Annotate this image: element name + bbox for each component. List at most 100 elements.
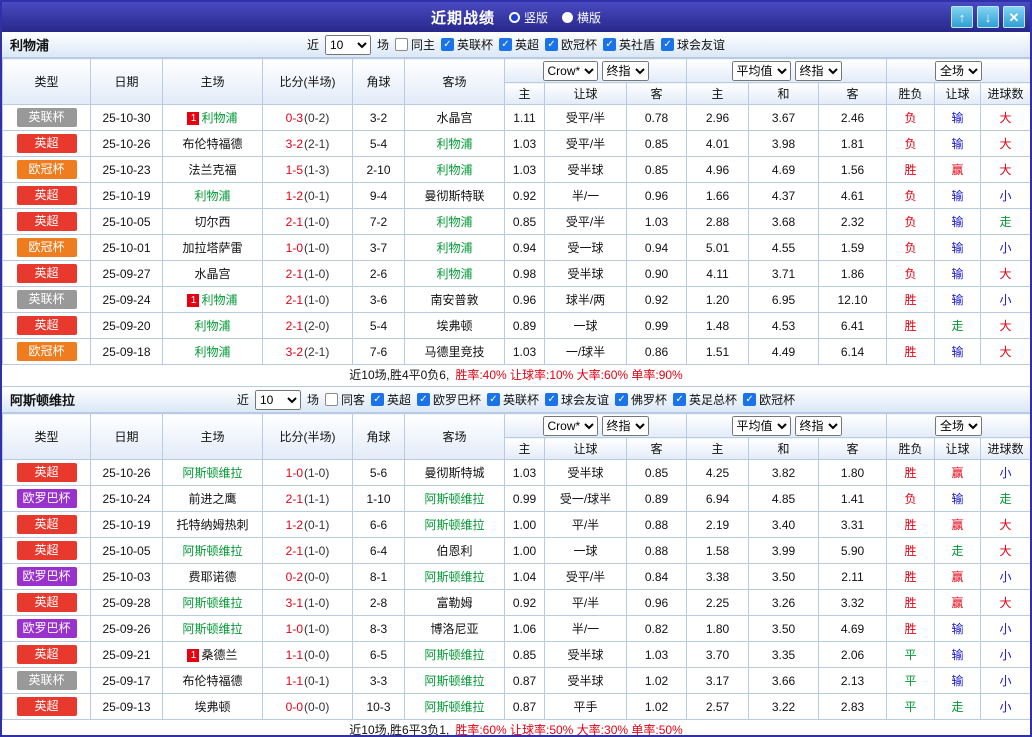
checkbox-icon[interactable]: ✓ xyxy=(440,38,454,51)
away-team[interactable]: 南安普敦 xyxy=(430,293,478,307)
odds-source-select[interactable]: Crow* xyxy=(542,415,598,436)
competition-filter[interactable]: ✓ 英超 xyxy=(370,391,411,408)
column-subheader: 主 xyxy=(686,437,749,460)
view-option-horizontal[interactable]: 横版 xyxy=(562,9,601,26)
competition-filter[interactable]: ✓ 欧冠杯 xyxy=(743,391,795,408)
home-team[interactable]: 水晶宫 xyxy=(194,267,230,281)
away-team[interactable]: 阿斯顿维拉 xyxy=(424,570,484,584)
away-team[interactable]: 阿斯顿维拉 xyxy=(424,648,484,662)
avg-stage-select[interactable]: 终指 xyxy=(794,415,842,436)
team-header-bar: 利物浦近 10 场同主 ✓ 英联杯 ✓ 英超 ✓ 欧冠杯 ✓ 英社盾 ✓ 球会友谊 xyxy=(2,32,1030,58)
home-team[interactable]: 阿斯顿维拉 xyxy=(182,544,242,558)
home-team[interactable]: 桑德兰 xyxy=(201,648,237,662)
checkbox-icon[interactable]: ✓ xyxy=(545,38,559,51)
competition-filter[interactable]: 同客 xyxy=(324,391,365,408)
home-team[interactable]: 利物浦 xyxy=(194,345,230,359)
avg-draw-odds: 3.68 xyxy=(748,208,819,235)
away-team[interactable]: 利物浦 xyxy=(436,163,472,177)
checkbox-icon[interactable]: ✓ xyxy=(370,393,384,406)
away-team[interactable]: 阿斯顿维拉 xyxy=(424,492,484,506)
recent-results-window: 近期战绩 竖版 横版 ↑ ↓ ✕ 利物浦近 10 场同主 ✓ 英联杯 ✓ 英超 ✓ 欧冠杯 ✓ 英社… xyxy=(0,0,1032,737)
away-team[interactable]: 埃弗顿 xyxy=(436,319,472,333)
checkbox-icon[interactable]: ✓ xyxy=(545,393,559,406)
radio-unselected-icon[interactable] xyxy=(562,11,573,23)
home-team[interactable]: 布伦特福德 xyxy=(182,137,242,151)
checkbox-icon[interactable] xyxy=(324,393,338,406)
home-team[interactable]: 阿斯顿维拉 xyxy=(182,596,242,610)
odds-stage-select[interactable]: 终指 xyxy=(601,60,649,81)
radio-selected-icon[interactable] xyxy=(508,11,520,23)
home-team[interactable]: 前进之鹰 xyxy=(188,492,236,506)
match-count-select[interactable]: 10 xyxy=(254,389,301,410)
score-cell: 2-1(1-0) xyxy=(262,537,353,564)
sections-container: 利物浦近 10 场同主 ✓ 英联杯 ✓ 英超 ✓ 欧冠杯 ✓ 英社盾 ✓ 球会友谊 类型 日期 主场 比分(半场… xyxy=(2,32,1030,735)
competition-filter[interactable]: 同主 xyxy=(394,36,435,53)
away-team[interactable]: 曼彻斯特联 xyxy=(424,189,484,203)
home-team[interactable]: 阿斯顿维拉 xyxy=(182,466,242,480)
away-team[interactable]: 阿斯顿维拉 xyxy=(424,674,484,688)
competition-filter[interactable]: ✓ 球会友谊 xyxy=(661,36,725,53)
home-team[interactable]: 埃弗顿 xyxy=(194,700,230,714)
checkbox-icon[interactable]: ✓ xyxy=(673,393,687,406)
competition-filter[interactable]: ✓ 佛罗杯 xyxy=(615,391,667,408)
away-team[interactable]: 马德里竞技 xyxy=(424,345,484,359)
away-team[interactable]: 利物浦 xyxy=(436,241,472,255)
competition-filter[interactable]: ✓ 英联杯 xyxy=(440,36,493,53)
home-team[interactable]: 托特纳姆热刺 xyxy=(176,518,248,532)
view-option-vertical[interactable]: 竖版 xyxy=(508,9,548,26)
away-team[interactable]: 阿斯顿维拉 xyxy=(424,518,484,532)
competition-filter[interactable]: ✓ 英超 xyxy=(499,36,539,53)
home-team[interactable]: 利物浦 xyxy=(201,111,237,125)
checkbox-icon[interactable]: ✓ xyxy=(416,393,430,406)
checkbox-icon[interactable]: ✓ xyxy=(615,393,629,406)
away-team[interactable]: 阿斯顿维拉 xyxy=(424,700,484,714)
competition-filter[interactable]: ✓ 英联杯 xyxy=(487,391,539,408)
away-team[interactable]: 富勒姆 xyxy=(436,596,472,610)
team-header-bar: 阿斯顿维拉近 10 场同客 ✓ 英超 ✓ 欧罗巴杯 ✓ 英联杯 ✓ 球会友谊 ✓ 佛罗杯 ✓ 英足总杯 ✓ 欧冠… xyxy=(2,387,1030,413)
home-team[interactable]: 切尔西 xyxy=(194,215,230,229)
odds-stage-select[interactable]: 终指 xyxy=(601,415,649,436)
odds-source-select[interactable]: Crow* xyxy=(542,60,598,81)
close-button[interactable]: ✕ xyxy=(1003,6,1025,28)
checkbox-icon[interactable] xyxy=(394,38,408,51)
competition-filter[interactable]: ✓ 球会友谊 xyxy=(545,391,609,408)
home-team[interactable]: 利物浦 xyxy=(194,189,230,203)
full-time-score: 3-2 xyxy=(285,136,303,151)
avg-source-select[interactable]: 平均值 xyxy=(731,60,791,81)
checkbox-icon[interactable]: ✓ xyxy=(499,38,512,51)
competition-filter[interactable]: ✓ 英足总杯 xyxy=(673,391,737,408)
corner-score: 3-3 xyxy=(352,667,405,694)
checkbox-icon[interactable]: ✓ xyxy=(743,393,757,406)
checkbox-icon[interactable]: ✓ xyxy=(603,38,617,51)
away-team[interactable]: 博洛尼亚 xyxy=(430,622,478,636)
home-team[interactable]: 法兰克福 xyxy=(188,163,236,177)
score-cell: 1-0(1-0) xyxy=(262,234,353,261)
home-team[interactable]: 布伦特福德 xyxy=(182,674,242,688)
move-up-button[interactable]: ↑ xyxy=(951,6,973,28)
league-badge: 英超 xyxy=(16,697,77,716)
away-team[interactable]: 利物浦 xyxy=(436,267,472,281)
move-down-button[interactable]: ↓ xyxy=(977,6,999,28)
result-handicap: 赢 xyxy=(934,459,982,486)
away-team[interactable]: 利物浦 xyxy=(436,215,472,229)
home-team[interactable]: 利物浦 xyxy=(201,293,237,307)
competition-filter[interactable]: ✓ 欧冠杯 xyxy=(545,36,597,53)
away-team[interactable]: 利物浦 xyxy=(436,137,472,151)
competition-filter[interactable]: ✓ 英社盾 xyxy=(603,36,655,53)
scope-select[interactable]: 全场 xyxy=(935,415,983,436)
away-team[interactable]: 水晶宫 xyxy=(436,111,472,125)
avg-stage-select[interactable]: 终指 xyxy=(794,60,842,81)
home-team[interactable]: 阿斯顿维拉 xyxy=(182,622,242,636)
checkbox-icon[interactable]: ✓ xyxy=(661,38,675,51)
home-team[interactable]: 加拉塔萨雷 xyxy=(182,241,242,255)
avg-source-select[interactable]: 平均值 xyxy=(731,415,791,436)
scope-select[interactable]: 全场 xyxy=(935,60,983,81)
away-team[interactable]: 伯恩利 xyxy=(436,544,472,558)
checkbox-icon[interactable]: ✓ xyxy=(487,393,500,406)
competition-filter[interactable]: ✓ 欧罗巴杯 xyxy=(416,391,481,408)
league-badge: 英联杯 xyxy=(16,108,77,127)
match-count-select[interactable]: 10 xyxy=(324,34,371,55)
home-team[interactable]: 利物浦 xyxy=(194,319,230,333)
away-team[interactable]: 曼彻斯特城 xyxy=(424,466,484,480)
home-team[interactable]: 费耶诺德 xyxy=(188,570,236,584)
